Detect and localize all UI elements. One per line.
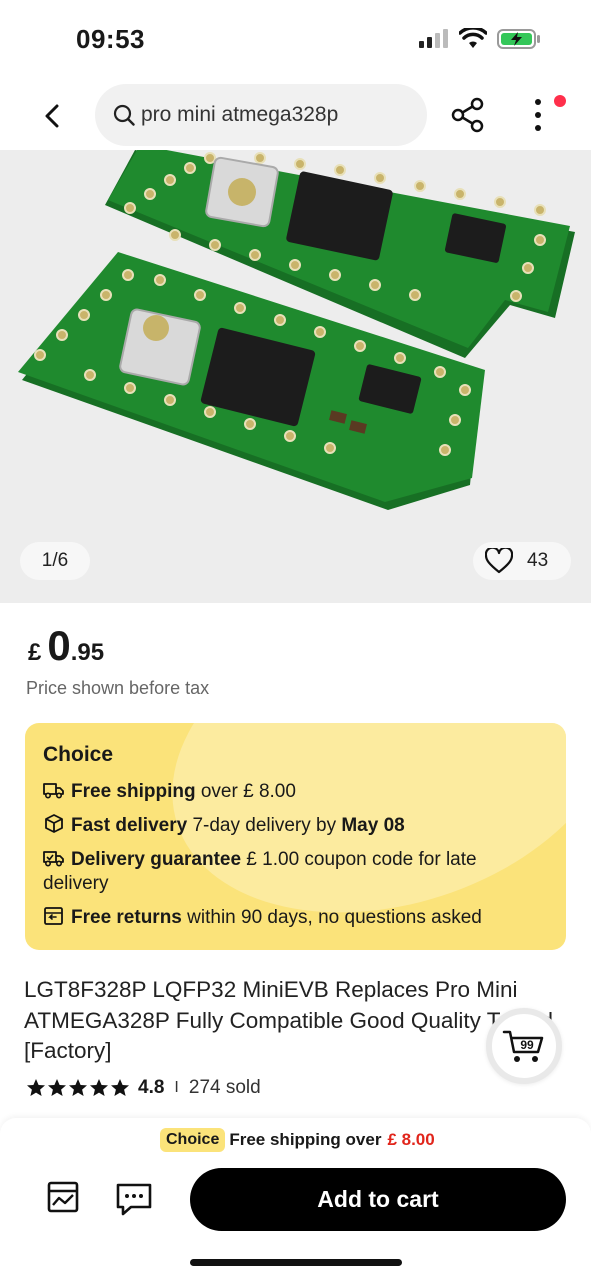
price-note: Price shown before tax bbox=[26, 678, 210, 698]
delivery-date: May 08 bbox=[341, 815, 405, 836]
product-image bbox=[18, 150, 575, 510]
notification-dot bbox=[554, 95, 566, 107]
free-shipping-row: Free shipping over £ 8.00 bbox=[43, 780, 543, 804]
truck-icon bbox=[43, 783, 64, 799]
price-currency: £ bbox=[28, 639, 42, 666]
star-icon bbox=[90, 1079, 108, 1096]
truck-check-icon bbox=[43, 851, 64, 867]
rating-separator: I bbox=[174, 1079, 179, 1096]
battery-icon bbox=[497, 29, 540, 49]
shipping-banner-amount: £ 8.00 bbox=[387, 1130, 435, 1149]
fast-delivery-row: Fast delivery 7-day delivery by May 08 bbox=[43, 814, 543, 838]
message-button[interactable] bbox=[114, 1180, 154, 1218]
price-decimal: .95 bbox=[70, 639, 105, 666]
product-image-gallery[interactable]: 1/6 43 bbox=[0, 150, 591, 603]
add-to-cart-button[interactable]: Add to cart bbox=[190, 1168, 566, 1231]
status-time: 09:53 bbox=[76, 24, 145, 54]
return-icon bbox=[44, 907, 63, 925]
star-icon bbox=[111, 1079, 129, 1096]
price-integer: 0 bbox=[47, 622, 71, 669]
choice-title: Choice bbox=[43, 743, 114, 766]
product-title: LGT8F328P LQFP32 MiniEVB Replaces Pro Mi… bbox=[24, 977, 554, 1063]
fast-delivery-text: 7-day delivery by bbox=[187, 815, 342, 836]
search-icon bbox=[113, 104, 135, 126]
fast-delivery-label: Fast delivery bbox=[71, 815, 188, 836]
choice-chip: Choice bbox=[160, 1128, 226, 1152]
free-shipping-text: over £ 8.00 bbox=[195, 781, 296, 802]
star-rating bbox=[26, 1078, 130, 1098]
star-icon bbox=[27, 1079, 45, 1096]
star-icon bbox=[48, 1079, 66, 1096]
status-bar: 09:53 bbox=[0, 0, 591, 80]
sold-count: 274 sold bbox=[188, 1077, 261, 1098]
delivery-guarantee-label: Delivery guarantee bbox=[71, 849, 242, 870]
shipping-banner-text: Free shipping over bbox=[229, 1130, 382, 1149]
floating-cart-badge[interactable]: 99 bbox=[486, 1008, 562, 1084]
shipping-banner: Choice Free shipping over £ 8.00 bbox=[160, 1128, 435, 1152]
store-icon bbox=[47, 1181, 79, 1213]
home-indicator bbox=[190, 1259, 402, 1266]
box-icon bbox=[45, 814, 63, 833]
wishlist-count: 43 bbox=[527, 550, 549, 571]
wifi-icon bbox=[459, 28, 487, 48]
share-icon bbox=[451, 97, 484, 133]
store-button[interactable] bbox=[44, 1178, 82, 1216]
price: £ 0 .95 bbox=[28, 622, 104, 670]
search-header: pro mini atmega328p bbox=[0, 80, 591, 152]
rating-row[interactable]: 4.8 I 274 sold bbox=[26, 1077, 261, 1099]
chat-icon bbox=[116, 1183, 152, 1216]
back-button[interactable] bbox=[34, 96, 70, 136]
free-returns-row: Free returns within 90 days, no question… bbox=[43, 906, 543, 930]
search-query: pro mini atmega328p bbox=[141, 103, 339, 126]
free-returns-label: Free returns bbox=[71, 907, 182, 928]
wishlist-button[interactable]: 43 bbox=[473, 542, 571, 580]
choice-benefits-card[interactable]: Choice Free shipping over £ 8.00 Fast de… bbox=[25, 723, 566, 950]
bottom-action-bar: Choice Free shipping over £ 8.00 Add to … bbox=[0, 1118, 591, 1280]
search-input[interactable]: pro mini atmega328p bbox=[95, 84, 427, 146]
share-button[interactable] bbox=[449, 96, 487, 134]
chevron-left-icon bbox=[45, 104, 59, 128]
signal-icon bbox=[419, 29, 448, 48]
heart-icon bbox=[485, 548, 513, 574]
cart-99-icon: 99 bbox=[502, 1030, 544, 1062]
free-shipping-label: Free shipping bbox=[71, 781, 196, 802]
image-counter: 1/6 bbox=[20, 542, 90, 580]
star-icon bbox=[69, 1079, 87, 1096]
svg-text:99: 99 bbox=[520, 1038, 534, 1052]
free-returns-text: within 90 days, no questions asked bbox=[181, 907, 482, 928]
delivery-guarantee-row: Delivery guarantee £ 1.00 coupon code fo… bbox=[43, 848, 543, 896]
rating-value: 4.8 bbox=[138, 1077, 165, 1098]
status-icons bbox=[419, 28, 541, 50]
